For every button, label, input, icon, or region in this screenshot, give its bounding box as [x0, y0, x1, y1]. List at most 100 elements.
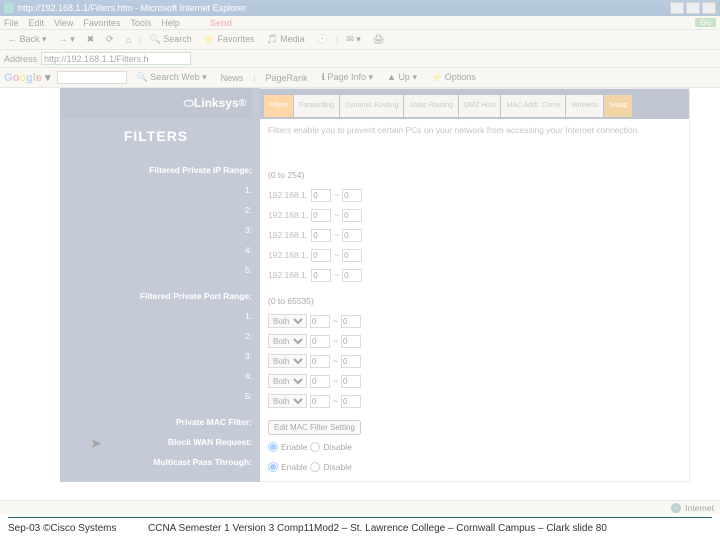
port-row-5-label: 5: [60, 386, 252, 406]
tab-setup[interactable]: Setup [604, 95, 632, 117]
slide-footer: Sep-03 ©Cisco Systems CCNA Semester 1 Ve… [8, 523, 712, 534]
edit-mac-filter-button[interactable]: Edit MAC Filter Setting [268, 420, 361, 435]
google-up[interactable]: ▲ Up ▾ [383, 71, 421, 84]
footer-divider [8, 517, 712, 518]
ip-3-end[interactable] [342, 229, 362, 242]
tab-dynamic-routing[interactable]: Dynamic Routing [340, 95, 403, 117]
block-wan-disable[interactable] [310, 442, 320, 452]
multicast-disable[interactable] [310, 462, 320, 472]
ip-row-3-label: 3: [60, 220, 252, 240]
mail-button[interactable]: ✉ ▾ [342, 33, 365, 46]
page-description: Filters enable you to prevent certain PC… [260, 119, 689, 155]
ip-range-hint: (0 to 254) [268, 165, 681, 185]
port-1-end[interactable] [341, 315, 361, 328]
media-button[interactable]: 🎵 Media [262, 33, 308, 46]
ip-1-start[interactable] [311, 189, 331, 202]
ip-3-start[interactable] [311, 229, 331, 242]
ip-row-3: 192.168.1.~ [268, 225, 681, 245]
port-4-proto[interactable]: Both [268, 374, 307, 388]
footer-left: Sep-03 ©Cisco Systems [8, 523, 148, 534]
ip-row-4-label: 4: [60, 240, 252, 260]
google-pageinfo[interactable]: ℹ Page Info ▾ [318, 71, 377, 84]
block-wan-enable[interactable] [268, 442, 278, 452]
port-5-start[interactable] [310, 395, 330, 408]
google-search-web[interactable]: 🔍 Search Web ▾ [133, 71, 211, 84]
port-4-start[interactable] [310, 375, 330, 388]
block-wan-row: Enable Disable [268, 437, 681, 457]
ip-row-1-label: 1: [60, 180, 252, 200]
tab-dmz-host[interactable]: DMZ Host [459, 95, 501, 117]
refresh-button[interactable]: ⟳ [102, 33, 118, 46]
port-section-label: Filtered Private Port Range: [60, 286, 252, 306]
multicast-row: Enable Disable [268, 457, 681, 477]
close-button[interactable]: × [702, 2, 716, 14]
status-bar: Internet [0, 500, 720, 514]
menu-favorites[interactable]: Favorites [83, 18, 120, 28]
tab-mac-clone[interactable]: MAC Addr. Clone [501, 95, 565, 117]
port-2-start[interactable] [310, 335, 330, 348]
menu-edit[interactable]: Edit [29, 18, 45, 28]
ip-2-end[interactable] [342, 209, 362, 222]
history-button[interactable]: 🕑 [313, 33, 332, 46]
google-news[interactable]: News [217, 72, 248, 84]
stop-button[interactable]: ✖ [83, 33, 99, 46]
ip-5-end[interactable] [342, 269, 362, 282]
tab-wireless[interactable]: Wireless [566, 95, 603, 117]
ip-5-start[interactable] [311, 269, 331, 282]
minimize-button[interactable]: _ [670, 2, 684, 14]
ip-4-start[interactable] [311, 249, 331, 262]
port-row-2-label: 2: [60, 326, 252, 346]
port-1-start[interactable] [310, 315, 330, 328]
send-button[interactable]: Send [210, 18, 232, 28]
ie-icon [4, 3, 14, 13]
ip-1-end[interactable] [342, 189, 362, 202]
ip-2-start[interactable] [311, 209, 331, 222]
menu-help[interactable]: Help [161, 18, 180, 28]
ip-row-2-label: 2: [60, 200, 252, 220]
port-3-proto[interactable]: Both [268, 354, 307, 368]
ip-row-5: 192.168.1.~ [268, 265, 681, 285]
ip-4-end[interactable] [342, 249, 362, 262]
port-5-end[interactable] [341, 395, 361, 408]
router-right-column: Filters Forwarding Dynamic Routing Stati… [260, 88, 690, 482]
menu-view[interactable]: View [54, 18, 73, 28]
port-4-end[interactable] [341, 375, 361, 388]
google-options[interactable]: ⚡ Options [427, 71, 480, 84]
tab-static-routing[interactable]: Static Routing [404, 95, 458, 117]
menu-tools[interactable]: Tools [130, 18, 151, 28]
window-title: http://192.168.1.1/Filters.htm - Microso… [18, 3, 246, 13]
search-button[interactable]: 🔍 Search [145, 33, 195, 46]
address-input[interactable] [41, 52, 191, 65]
address-bar: Address [0, 50, 720, 68]
nav-toolbar: ← Back ▾ → ▾ ✖ ⟳ ⌂ | 🔍 Search ⭐ Favorite… [0, 30, 720, 50]
block-wan-label: Block WAN Request: [60, 432, 252, 452]
back-button[interactable]: ← Back ▾ [4, 33, 51, 46]
home-button[interactable]: ⌂ [122, 34, 135, 46]
page-title: FILTERS [60, 118, 252, 154]
router-tabs: Filters Forwarding Dynamic Routing Stati… [260, 89, 689, 119]
forward-button[interactable]: → ▾ [55, 33, 79, 46]
go-button[interactable]: Go [695, 18, 716, 27]
multicast-label: Multicast Pass Through: [60, 452, 252, 472]
maximize-button[interactable]: □ [686, 2, 700, 14]
google-search-input[interactable] [57, 71, 127, 84]
multicast-enable[interactable] [268, 462, 278, 472]
ip-row-1: 192.168.1.~ [268, 185, 681, 205]
window-titlebar: http://192.168.1.1/Filters.htm - Microso… [0, 0, 720, 16]
menubar: File Edit View Favorites Tools Help Send… [0, 16, 720, 30]
google-pagerank[interactable]: PageRank [262, 72, 312, 84]
favorites-button[interactable]: ⭐ Favorites [200, 33, 259, 46]
internet-zone-icon [671, 503, 681, 513]
tab-filters[interactable]: Filters [264, 95, 293, 117]
footer-right: CCNA Semester 1 Version 3 Comp11Mod2 – S… [148, 523, 712, 534]
port-2-end[interactable] [341, 335, 361, 348]
tab-forwarding[interactable]: Forwarding [294, 95, 339, 117]
port-2-proto[interactable]: Both [268, 334, 307, 348]
port-3-start[interactable] [310, 355, 330, 368]
menu-file[interactable]: File [4, 18, 19, 28]
print-button[interactable]: 🖨 [369, 33, 388, 46]
port-1-proto[interactable]: Both [268, 314, 307, 328]
port-3-end[interactable] [341, 355, 361, 368]
port-5-proto[interactable]: Both [268, 394, 307, 408]
port-row-4-label: 4: [60, 366, 252, 386]
